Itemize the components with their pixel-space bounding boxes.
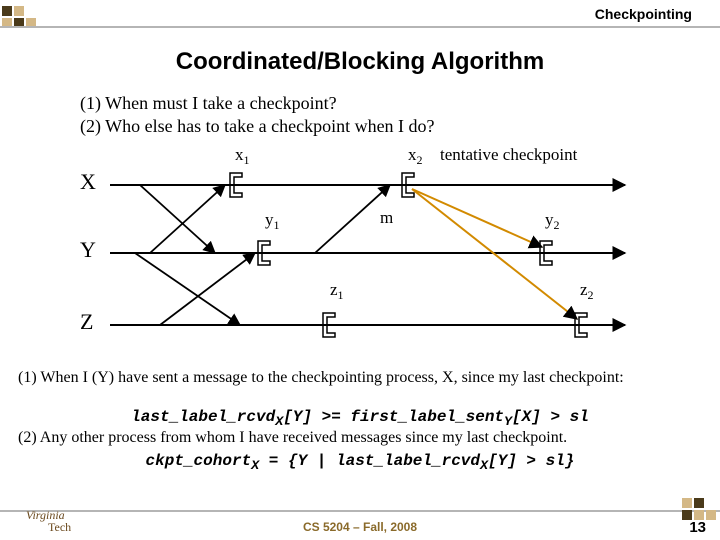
- svg-text:y2: y2: [545, 210, 560, 232]
- process-x-label: X: [80, 169, 96, 194]
- header: Checkpointing: [0, 4, 720, 30]
- body-line-1: (1) When I (Y) have sent a message to th…: [18, 368, 702, 388]
- svg-text:x1: x1: [235, 145, 250, 167]
- tentative-label: tentative checkpoint: [440, 145, 578, 164]
- svg-text:z1: z1: [330, 280, 344, 302]
- process-y-label: Y: [80, 237, 96, 262]
- slide-title: Coordinated/Blocking Algorithm: [0, 48, 720, 76]
- svg-text:y1: y1: [265, 210, 280, 232]
- svg-text:z2: z2: [580, 280, 594, 302]
- tentative-arrow: [412, 189, 542, 247]
- question-1: (1) When must I take a checkpoint?: [80, 92, 660, 115]
- body-line-2: (2) Any other process from whom I have r…: [18, 428, 702, 448]
- message-m-label: m: [380, 208, 393, 227]
- msg-arrow: [135, 253, 240, 325]
- msg-arrow: [140, 185, 215, 253]
- msg-m-arrow: [315, 185, 390, 253]
- questions: (1) When must I take a checkpoint? (2) W…: [80, 92, 660, 139]
- process-z-label: Z: [80, 309, 93, 334]
- page-number: 13: [689, 519, 706, 536]
- header-label: Checkpointing: [591, 6, 696, 22]
- process-diagram: x1 x2 tentative checkpoint X y1 m y2 Y z…: [80, 145, 640, 360]
- footer: Virginia Tech CS 5204 – Fall, 2008 13: [0, 496, 720, 540]
- msg-arrow: [150, 185, 225, 253]
- msg-arrow: [160, 253, 255, 325]
- footer-divider: [0, 510, 720, 512]
- svg-text:x2: x2: [408, 145, 423, 167]
- course-label: CS 5204 – Fall, 2008: [0, 520, 720, 534]
- condition-2: ckpt_cohortX = {Y | last_label_rcvdX[Y] …: [60, 452, 660, 475]
- header-divider: [0, 26, 720, 28]
- question-2: (2) Who else has to take a checkpoint wh…: [80, 115, 660, 138]
